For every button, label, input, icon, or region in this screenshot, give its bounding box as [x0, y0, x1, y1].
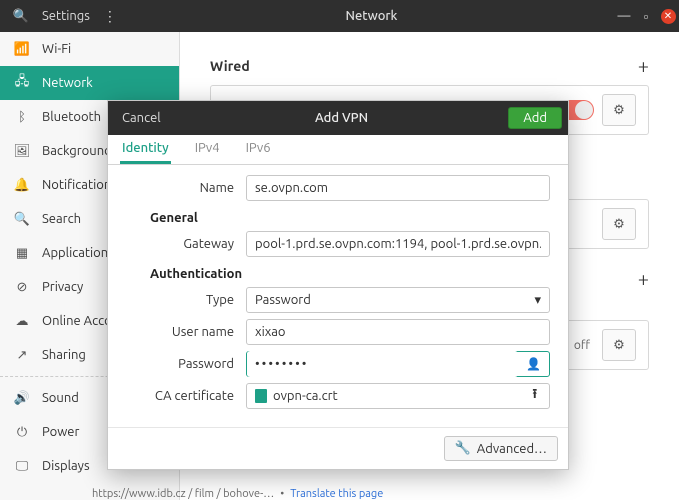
gateway-label: Gateway	[126, 237, 246, 251]
password-visibility-icon[interactable]: 👤	[518, 357, 549, 371]
sidebar-item-label: Applications	[42, 246, 114, 260]
general-heading: General	[150, 211, 550, 225]
gateway-input[interactable]	[246, 231, 550, 257]
app-name: Settings	[42, 9, 90, 23]
sidebar-item-label: Bluetooth	[42, 110, 101, 124]
tab-ipv6[interactable]: IPv6	[244, 135, 273, 164]
dialog-title: Add VPN	[175, 111, 509, 125]
name-label: Name	[126, 181, 246, 195]
power-icon: ⏻	[14, 425, 30, 440]
network-icon: 🖧	[14, 72, 30, 94]
vpn-settings-gear-1[interactable]: ⚙	[602, 208, 636, 240]
close-button[interactable]: ✕	[657, 8, 679, 24]
type-label: Type	[126, 293, 246, 307]
add-button[interactable]: Add	[508, 107, 562, 129]
chevron-down-icon: ▾	[534, 293, 541, 308]
background-icon: 🖼	[14, 144, 30, 159]
search-icon-side: 🔍	[14, 212, 30, 227]
wrench-icon: 🔧	[455, 441, 471, 456]
sidebar-item-label: Wi-Fi	[42, 42, 71, 56]
notifications-icon: 🔔	[14, 178, 30, 193]
sidebar-item-label: Background	[42, 144, 112, 158]
minimize-button[interactable]: —	[613, 9, 635, 23]
bluetooth-icon: ᛒ	[14, 110, 30, 124]
sidebar-item-wifi[interactable]: 📶 Wi-Fi	[0, 32, 179, 66]
cacert-label: CA certificate	[126, 389, 246, 403]
privacy-icon: ⊘	[14, 280, 30, 295]
sidebar-item-label: Power	[42, 425, 79, 439]
username-label: User name	[126, 325, 246, 339]
maximize-button[interactable]: ▫	[635, 9, 657, 24]
translate-link[interactable]: Translate this page	[290, 488, 383, 500]
tab-identity[interactable]: Identity	[120, 135, 171, 164]
sidebar-item-label: Sound	[42, 391, 79, 405]
cancel-button[interactable]: Cancel	[108, 111, 175, 125]
sidebar-item-label: Search	[42, 212, 81, 226]
share-icon: ↗	[14, 348, 30, 363]
cacert-filename: ovpn-ca.crt	[273, 389, 338, 403]
name-input[interactable]	[246, 175, 550, 201]
sidebar-item-label: Displays	[42, 459, 90, 473]
add-vpn-dialog: Cancel Add VPN Add Identity IPv4 IPv6 Na…	[107, 100, 569, 470]
displays-icon: 🖵	[14, 459, 30, 474]
type-value: Password	[255, 293, 311, 307]
kebab-menu-icon[interactable]: ⋮	[90, 8, 130, 25]
wired-heading: Wired	[210, 58, 250, 74]
upload-icon: ⭱	[532, 385, 541, 407]
wifi-icon: 📶	[14, 42, 30, 57]
username-input[interactable]	[246, 319, 550, 345]
status-url: https://www.idb.cz / film / bohove-…	[92, 488, 274, 500]
add-vpn-button[interactable]: +	[638, 267, 649, 290]
add-wired-button[interactable]: +	[638, 54, 649, 77]
sidebar-item-label: Notifications	[42, 178, 117, 192]
window-titlebar: 🔍 Settings ⋮ Network — ▫ ✕	[0, 0, 679, 32]
window-title: Network	[130, 9, 613, 23]
file-icon	[255, 389, 267, 403]
wired-settings-gear[interactable]: ⚙	[602, 94, 636, 126]
sound-icon: 🔊	[14, 391, 30, 406]
password-label: Password	[126, 357, 246, 371]
vpn-off-label: off	[574, 339, 590, 352]
sidebar-item-label: Sharing	[42, 348, 86, 362]
dialog-tabs: Identity IPv4 IPv6	[108, 135, 568, 165]
advanced-button[interactable]: 🔧 Advanced…	[444, 436, 558, 461]
apps-icon: ▦	[14, 246, 30, 261]
tab-ipv4[interactable]: IPv4	[193, 135, 222, 164]
sidebar-item-label: Network	[42, 76, 93, 90]
advanced-label: Advanced…	[477, 442, 547, 456]
cacert-file-chooser[interactable]: ovpn-ca.crt ⭱	[246, 383, 550, 409]
browser-status-bar: https://www.idb.cz / film / bohove-… • T…	[92, 488, 383, 500]
password-input[interactable]	[247, 351, 518, 377]
cloud-icon: ☁	[14, 314, 30, 329]
sidebar-item-label: Privacy	[42, 280, 83, 294]
vpn-settings-gear-2[interactable]: ⚙	[602, 329, 636, 361]
dialog-header: Cancel Add VPN Add	[108, 101, 568, 135]
authentication-heading: Authentication	[150, 267, 550, 281]
sidebar-item-network[interactable]: 🖧 Network	[0, 66, 179, 100]
type-dropdown[interactable]: Password ▾	[246, 287, 550, 313]
search-icon[interactable]: 🔍	[0, 9, 42, 24]
